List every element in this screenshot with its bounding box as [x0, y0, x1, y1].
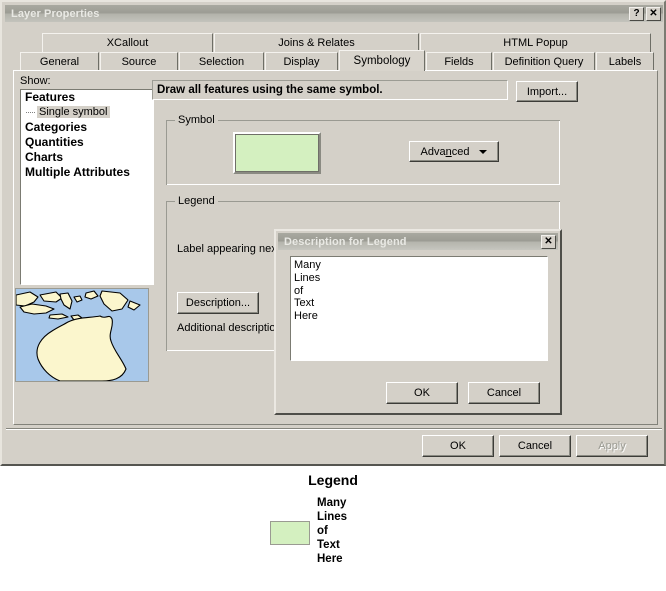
- tab-label: Symbology: [353, 55, 411, 67]
- footer-divider: [6, 428, 662, 430]
- window-titlebar[interactable]: Layer Properties ? ✕: [5, 5, 663, 22]
- description-for-legend-dialog: Description for Legend ✕ Many Lines of T…: [274, 229, 562, 415]
- symbol-swatch-button[interactable]: [233, 132, 321, 174]
- tab-definition-query[interactable]: Definition Query: [493, 52, 595, 71]
- apply-button[interactable]: Apply: [576, 435, 648, 457]
- show-tree-group[interactable]: Categories: [21, 120, 153, 135]
- tab-fields[interactable]: Fields: [426, 52, 492, 71]
- tab-xcallout[interactable]: XCallout: [42, 33, 213, 52]
- tab-selection[interactable]: Selection: [179, 52, 264, 71]
- advanced-dropdown-button[interactable]: Advanced: [409, 141, 499, 162]
- tab-label: Definition Query: [504, 56, 584, 68]
- description-cancel-button[interactable]: Cancel: [468, 382, 540, 404]
- tab-label: Display: [283, 56, 320, 68]
- legend-preview-body: Many Lines of Text Here: [270, 496, 347, 566]
- tab-label: Labels: [608, 56, 642, 68]
- show-tree-group[interactable]: Multiple Attributes: [21, 165, 153, 180]
- description-dialog-titlebar[interactable]: Description for Legend ✕: [278, 233, 558, 250]
- show-tree-group-label: Multiple Attributes: [25, 165, 130, 179]
- description-textarea[interactable]: Many Lines of Text Here: [290, 256, 548, 361]
- chevron-down-icon: [479, 149, 488, 154]
- show-tree-group[interactable]: Charts: [21, 150, 153, 165]
- description-dialog-title: Description for Legend: [284, 235, 407, 248]
- tab-row-top: XCallout Joins & Relates HTML Popup: [15, 33, 656, 52]
- window-title: Layer Properties: [11, 7, 100, 20]
- legend-groupbox-title: Legend: [175, 195, 218, 207]
- legend-preview-panel: Legend Many Lines of Text Here: [0, 466, 666, 591]
- tab-label: Source: [121, 56, 157, 68]
- show-tree-item[interactable]: Single symbol: [21, 105, 153, 120]
- titlebar-button-group: ? ✕: [629, 6, 661, 21]
- additional-description-caption: Additional description: [177, 322, 282, 334]
- show-tree-list[interactable]: Features Single symbol Categories Quantitie…: [20, 89, 154, 285]
- legend-preview-title: Legend: [308, 472, 358, 488]
- symbol-groupbox-title: Symbol: [175, 114, 218, 126]
- cancel-button[interactable]: Cancel: [499, 435, 571, 457]
- legend-preview-label: Many Lines of Text Here: [317, 497, 348, 565]
- ok-button[interactable]: OK: [422, 435, 494, 457]
- tab-label: General: [39, 56, 80, 68]
- close-icon[interactable]: ✕: [541, 234, 556, 249]
- tab-label: HTML Popup: [503, 37, 568, 49]
- tab-html-popup[interactable]: HTML Popup: [420, 33, 651, 52]
- tab-display[interactable]: Display: [265, 52, 338, 71]
- show-tree-group-label: Charts: [25, 150, 64, 164]
- tab-general[interactable]: General: [20, 52, 99, 71]
- tab-label: Selection: [198, 56, 245, 68]
- help-icon[interactable]: ?: [629, 6, 644, 21]
- tab-symbology[interactable]: Symbology: [339, 50, 425, 71]
- tree-connector-icon: [26, 112, 35, 113]
- description-button[interactable]: Description...: [177, 292, 259, 314]
- draw-description-banner: Draw all features using the same symbol.: [152, 80, 508, 100]
- symbol-swatch-fill: [235, 134, 319, 172]
- tab-label: Fields: [444, 56, 474, 68]
- close-icon[interactable]: ✕: [646, 6, 661, 21]
- description-dialog-button-group: ✕: [541, 234, 556, 249]
- tab-source[interactable]: Source: [100, 52, 178, 71]
- tab-row-bottom: General Source Selection Display Symbology Fi…: [15, 50, 656, 71]
- layer-properties-window: Layer Properties ? ✕ XCallout Joins & Rel…: [0, 0, 666, 466]
- show-tree-group[interactable]: Features: [21, 90, 153, 105]
- map-preview-svg: [16, 289, 148, 381]
- show-tree-item-label: Single symbol: [37, 106, 111, 118]
- tab-label: Joins & Relates: [278, 37, 355, 49]
- show-tree-group-label: Quantities: [25, 135, 84, 149]
- show-tree-group[interactable]: Quantities: [21, 135, 153, 150]
- map-preview-thumbnail: [15, 288, 149, 382]
- tab-labels[interactable]: Labels: [596, 52, 654, 71]
- show-label: Show:: [20, 75, 51, 87]
- show-tree-group-label: Features: [25, 90, 76, 104]
- import-button[interactable]: Import...: [516, 81, 578, 102]
- legend-preview-swatch: [270, 521, 310, 545]
- description-ok-button[interactable]: OK: [386, 382, 458, 404]
- legend-label-caption: Label appearing next t: [177, 243, 286, 255]
- tab-label: XCallout: [106, 37, 149, 49]
- show-tree-group-label: Categories: [25, 120, 88, 134]
- symbol-groupbox: Symbol Advanced: [166, 114, 560, 185]
- advanced-button-label: Advanced: [420, 145, 470, 158]
